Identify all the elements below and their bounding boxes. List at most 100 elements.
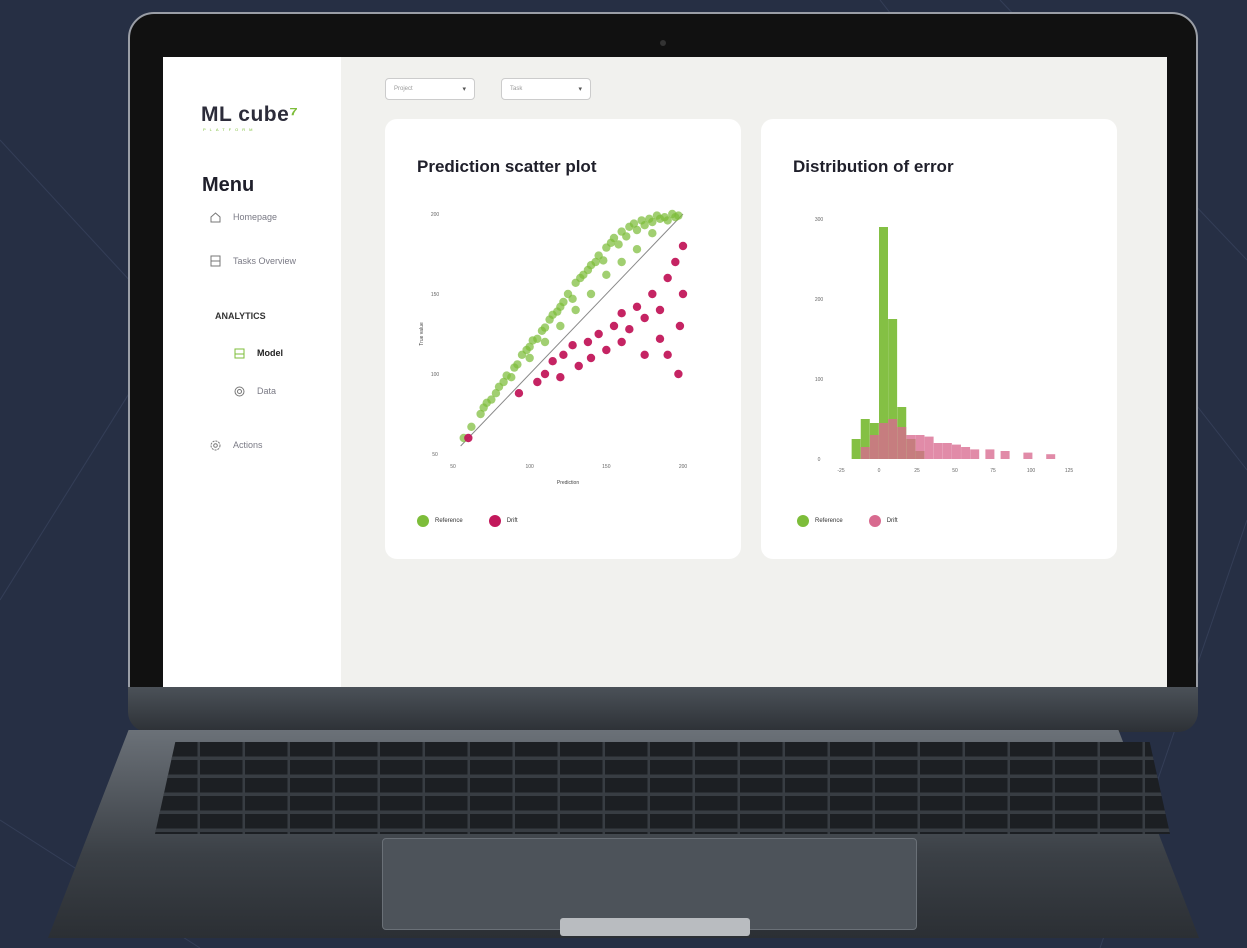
drift-point xyxy=(625,325,634,334)
drift-bar xyxy=(879,423,888,459)
sidebar-item-label: Data xyxy=(257,386,277,396)
y-tick-label: 100 xyxy=(431,372,440,378)
y-tick-label: 150 xyxy=(431,292,440,298)
select-value: Task xyxy=(510,86,523,92)
reference-point xyxy=(513,360,522,369)
reference-point xyxy=(507,373,516,382)
histogram-chart: -25 0 25 50 75 100 125 0 100 200 300 xyxy=(815,217,1074,474)
sidebar-item-homepage[interactable]: Homepage xyxy=(209,211,277,223)
drift-bar xyxy=(924,436,934,459)
reference-point xyxy=(540,337,550,347)
sidebar-item-actions[interactable]: Actions xyxy=(209,439,263,451)
y-tick-label: 50 xyxy=(432,452,438,458)
drift-bar xyxy=(888,419,898,459)
drift-point xyxy=(548,357,557,366)
x-tick-label: 100 xyxy=(1027,468,1036,474)
x-tick-label: 25 xyxy=(914,468,920,474)
trackpad xyxy=(382,838,917,930)
sidebar: ML cube⁷ PLATFORM Menu Homepage Tasks Ov… xyxy=(163,57,341,687)
drift-point xyxy=(464,433,473,443)
reference-point xyxy=(467,422,476,431)
drift-bar xyxy=(951,444,961,459)
home-icon xyxy=(209,211,221,223)
drift-bar xyxy=(961,447,971,459)
histogram-card: Distribution of error -25 0 25 50 75 100 125 0 1… xyxy=(761,119,1117,559)
reference-point xyxy=(599,256,608,265)
drift-point xyxy=(540,369,550,379)
list-icon xyxy=(209,255,221,267)
drift-bar xyxy=(985,449,995,459)
drift-point xyxy=(594,329,603,339)
reference-point xyxy=(540,323,550,332)
sidebar-item-data[interactable]: Data xyxy=(233,385,276,397)
y-tick-label: 200 xyxy=(431,212,440,218)
data-icon xyxy=(233,385,245,397)
x-tick-label: 0 xyxy=(878,468,881,474)
drift-point xyxy=(640,350,649,359)
task-select[interactable]: Task ▾ xyxy=(501,78,591,100)
laptop-hinge xyxy=(128,687,1198,732)
reference-point xyxy=(617,257,626,267)
reference-point xyxy=(614,240,623,249)
reference-bar xyxy=(851,439,861,459)
x-tick-label: 50 xyxy=(952,468,958,474)
y-axis-label: True value xyxy=(419,322,425,346)
sidebar-item-label: Model xyxy=(257,348,283,358)
drift-point xyxy=(533,377,542,387)
camera xyxy=(660,40,666,46)
drift-point xyxy=(678,289,688,299)
legend-label-drift: Drift xyxy=(506,518,518,524)
chevron-down-icon: ▾ xyxy=(578,86,582,93)
logo: ML cube⁷ xyxy=(201,103,299,126)
drift-bar xyxy=(1000,451,1010,459)
drift-bar xyxy=(869,435,879,459)
drift-point xyxy=(671,257,680,267)
reference-point xyxy=(648,229,657,238)
drift-bar xyxy=(860,447,870,459)
drift-point xyxy=(602,345,611,355)
reference-point xyxy=(525,353,534,363)
drift-point xyxy=(583,337,593,347)
drift-bar xyxy=(933,443,943,459)
sidebar-item-label: Tasks Overview xyxy=(233,256,297,266)
drift-bar xyxy=(1023,452,1033,459)
drift-point xyxy=(556,373,565,382)
y-tick-label: 300 xyxy=(815,217,824,223)
reference-point xyxy=(622,232,631,241)
drift-point xyxy=(674,369,683,379)
drift-bar xyxy=(897,427,907,459)
drift-point xyxy=(632,302,642,311)
drift-bar xyxy=(970,449,980,459)
drift-point xyxy=(655,305,665,315)
drift-point xyxy=(640,313,649,323)
keyboard xyxy=(155,742,1170,834)
sidebar-item-model[interactable]: Model xyxy=(233,347,283,359)
drift-point xyxy=(617,337,626,347)
legend-swatch-reference xyxy=(417,515,429,527)
reference-point xyxy=(632,225,642,235)
drift-point xyxy=(559,350,568,359)
reference-point xyxy=(533,334,542,343)
drift-point xyxy=(678,241,688,251)
legend-swatch-drift xyxy=(488,515,501,527)
legend-swatch-reference xyxy=(797,515,809,527)
menu-title: Menu xyxy=(202,174,255,196)
gear-icon xyxy=(209,439,221,451)
x-axis-label: Prediction xyxy=(557,480,579,486)
legend-label-drift: Drift xyxy=(886,518,898,524)
scatter-card: Prediction scatter plot 50 100 150 200 50 100… xyxy=(385,119,741,559)
x-tick-label: 50 xyxy=(450,464,456,470)
reference-point xyxy=(559,297,568,307)
drift-point xyxy=(648,289,657,299)
drift-point xyxy=(514,389,524,398)
x-tick-label: 150 xyxy=(602,464,611,470)
y-tick-label: 100 xyxy=(815,377,824,383)
drift-point xyxy=(609,321,619,331)
project-select[interactable]: Project ▾ xyxy=(385,78,475,100)
model-icon xyxy=(233,347,245,359)
reference-point xyxy=(571,305,580,315)
reference-line xyxy=(460,213,684,447)
chevron-down-icon: ▾ xyxy=(462,86,466,93)
legend-label-reference: Reference xyxy=(815,518,843,524)
sidebar-item-tasks-overview[interactable]: Tasks Overview xyxy=(209,255,296,267)
